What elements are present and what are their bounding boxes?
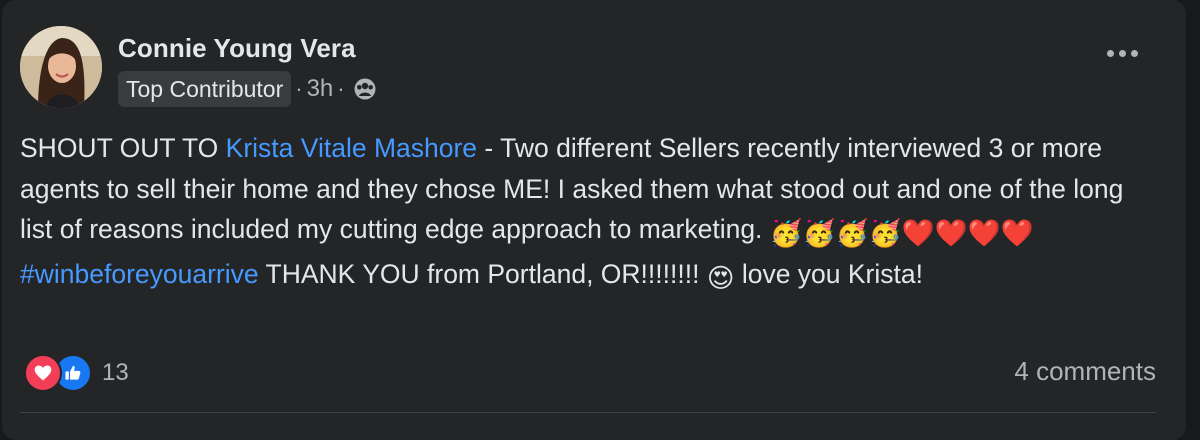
post-timestamp[interactable]: 3h: [307, 75, 334, 103]
footer-divider: [20, 412, 1156, 413]
red-heart-emojis: ❤️❤️❤️❤️: [901, 218, 1034, 248]
separator-dot: ·: [295, 76, 303, 101]
love-reaction-icon: [24, 354, 62, 392]
reactions-summary[interactable]: 13: [24, 354, 129, 392]
reaction-count: 13: [102, 359, 129, 386]
author-avatar[interactable]: [20, 26, 102, 108]
separator-dot: ·: [337, 76, 345, 101]
group-audience-icon[interactable]: [353, 77, 377, 101]
top-contributor-badge[interactable]: Top Contributor: [118, 71, 292, 107]
post-subline: Top Contributor · 3h ·: [118, 70, 377, 108]
post-meta: Connie Young Vera Top Contributor · 3h ·: [118, 26, 377, 108]
post-card: Connie Young Vera Top Contributor · 3h ·: [2, 0, 1186, 440]
comments-count-link[interactable]: 4 comments: [1014, 356, 1156, 387]
body-intro: SHOUT OUT TO: [20, 133, 226, 163]
post-body: SHOUT OUT TO Krista Vitale Mashore - Two…: [20, 128, 1160, 298]
hashtag-link[interactable]: #winbeforeyouarrive: [20, 259, 259, 289]
author-name[interactable]: Connie Young Vera: [118, 32, 377, 64]
party-face-emojis: 🥳🥳🥳🥳: [769, 218, 902, 248]
heart-eyes-emoji: 😍: [706, 262, 735, 293]
post-header: Connie Young Vera Top Contributor · 3h ·: [20, 26, 377, 110]
mention-link[interactable]: Krista Vitale Mashore: [226, 133, 477, 163]
more-options-icon[interactable]: [1107, 50, 1138, 57]
post-footer: 13 4 comments: [24, 352, 1156, 394]
body-text-2: THANK YOU from Portland, OR!!!!!!!!: [258, 258, 707, 289]
body-text-3: love you Krista!: [734, 258, 923, 289]
